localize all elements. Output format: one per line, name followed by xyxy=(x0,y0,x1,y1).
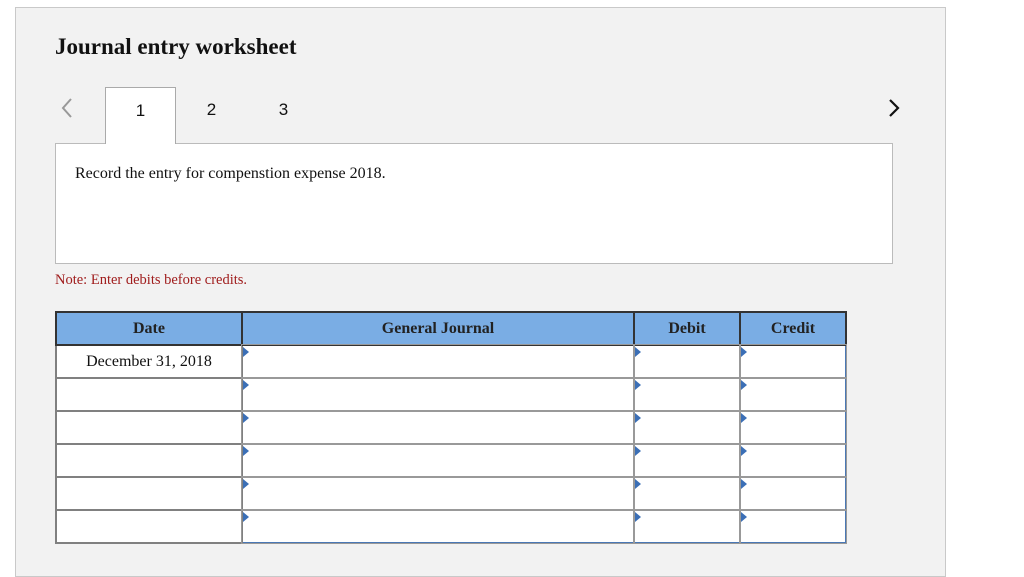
dropdown-marker-icon xyxy=(635,413,641,423)
credit-input[interactable] xyxy=(739,344,847,379)
tab-2[interactable]: 2 xyxy=(176,87,247,144)
account-input[interactable] xyxy=(241,443,635,478)
debit-input[interactable] xyxy=(633,377,741,412)
date-cell: December 31, 2018 xyxy=(55,344,243,379)
instruction-box: Record the entry for compenstion expense… xyxy=(55,143,893,264)
table-row xyxy=(55,377,847,412)
table-row xyxy=(55,410,847,445)
table-row: December 31, 2018 xyxy=(55,344,847,379)
chevron-right-icon xyxy=(889,99,900,117)
dropdown-marker-icon xyxy=(635,446,641,456)
header-date: Date xyxy=(55,311,243,346)
account-input[interactable] xyxy=(241,344,635,379)
tab-3[interactable]: 3 xyxy=(248,87,319,144)
dropdown-marker-icon xyxy=(243,446,249,456)
debit-input[interactable] xyxy=(633,443,741,478)
debit-input[interactable] xyxy=(633,410,741,445)
dropdown-marker-icon xyxy=(741,512,747,522)
prev-entry-button[interactable] xyxy=(59,96,75,120)
dropdown-marker-icon xyxy=(741,347,747,357)
credit-input[interactable] xyxy=(739,443,847,478)
account-input[interactable] xyxy=(241,377,635,412)
header-debit: Debit xyxy=(633,311,741,346)
credit-input[interactable] xyxy=(739,377,847,412)
credit-input[interactable] xyxy=(739,476,847,511)
debit-input[interactable] xyxy=(633,344,741,379)
dropdown-marker-icon xyxy=(635,479,641,489)
dropdown-marker-icon xyxy=(243,413,249,423)
credit-input[interactable] xyxy=(739,410,847,445)
table-row xyxy=(55,509,847,544)
date-cell xyxy=(55,410,243,445)
instruction-text: Record the entry for compenstion expense… xyxy=(75,165,386,182)
table-row xyxy=(55,476,847,511)
dropdown-marker-icon xyxy=(741,446,747,456)
dropdown-marker-icon xyxy=(635,380,641,390)
next-entry-button[interactable] xyxy=(886,96,902,120)
date-cell xyxy=(55,509,243,544)
dropdown-marker-icon xyxy=(741,380,747,390)
dropdown-marker-icon xyxy=(635,347,641,357)
dropdown-marker-icon xyxy=(243,380,249,390)
dropdown-marker-icon xyxy=(243,347,249,357)
date-cell xyxy=(55,443,243,478)
dropdown-marker-icon xyxy=(635,512,641,522)
account-input[interactable] xyxy=(241,476,635,511)
header-credit: Credit xyxy=(739,311,847,346)
table-row xyxy=(55,443,847,478)
journal-table: Date General Journal Debit Credit Decemb… xyxy=(55,311,847,544)
worksheet-title: Journal entry worksheet xyxy=(55,34,297,59)
dropdown-marker-icon xyxy=(741,413,747,423)
table-header-row: Date General Journal Debit Credit xyxy=(55,311,847,346)
credit-input[interactable] xyxy=(739,509,847,544)
date-cell xyxy=(55,476,243,511)
debit-input[interactable] xyxy=(633,476,741,511)
debit-credit-note: Note: Enter debits before credits. xyxy=(55,272,248,288)
tab-1[interactable]: 1 xyxy=(105,87,176,144)
debit-input[interactable] xyxy=(633,509,741,544)
date-cell xyxy=(55,377,243,412)
header-general-journal: General Journal xyxy=(241,311,635,346)
account-input[interactable] xyxy=(241,410,635,445)
dropdown-marker-icon xyxy=(243,479,249,489)
account-input[interactable] xyxy=(241,509,635,544)
dropdown-marker-icon xyxy=(243,512,249,522)
chevron-left-icon xyxy=(61,98,72,118)
dropdown-marker-icon xyxy=(741,479,747,489)
